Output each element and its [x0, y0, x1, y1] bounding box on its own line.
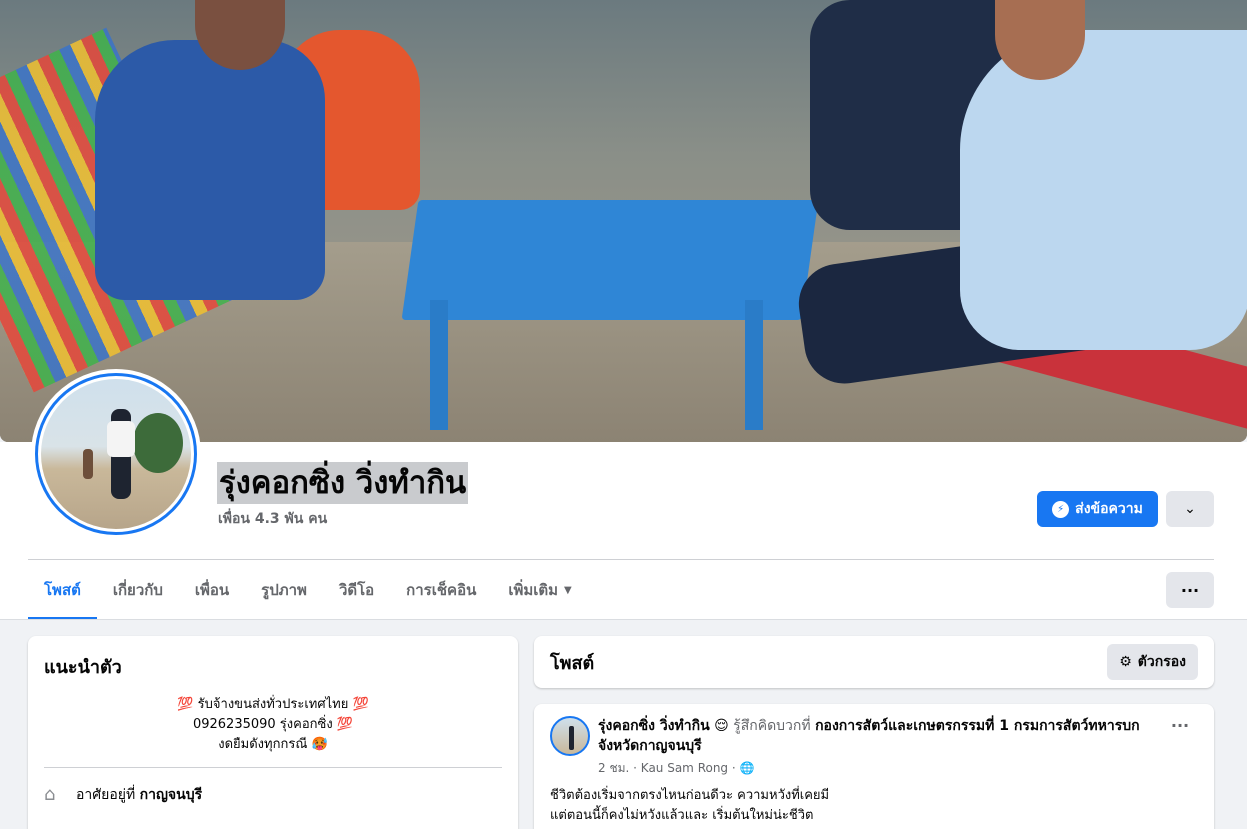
cover-photo[interactable]: [0, 0, 1247, 442]
lives-in-place[interactable]: กาญจนบุรี: [140, 787, 202, 803]
cover-person: [95, 40, 325, 300]
lives-in-prefix: อาศัยอยู่ที่: [76, 787, 136, 803]
tab-friends[interactable]: เพื่อน: [179, 560, 245, 620]
lives-in-row: ⌂ อาศัยอยู่ที่ กาญจนบุรี: [44, 784, 502, 806]
send-message-button[interactable]: ⚡ ส่งข้อความ: [1037, 491, 1158, 527]
post-subline: 2 ชม. · Kau Sam Rong · 🌐: [598, 761, 755, 775]
posts-header-card: โพสต์ ⚙ ตัวกรอง: [534, 636, 1214, 688]
post-location[interactable]: Kau Sam Rong: [641, 761, 728, 775]
post-card: รุ่งคอกซิ่ง วิ่งทำกิน 😌 รู้สึกคิดบวกที่ …: [534, 704, 1214, 829]
post-author-avatar[interactable]: [550, 716, 590, 756]
tab-label: การเช็คอิน: [406, 581, 477, 599]
more-options-button[interactable]: ···: [1166, 572, 1214, 608]
post-text-line: ชีวิตต้องเริ่มจากตรงไหนก่อนดีวะ ความหวัง…: [550, 788, 830, 803]
profile-tabs: โพสต์ เกี่ยวกับ เพื่อน รูปภาพ วิดีโอ การ…: [28, 560, 588, 620]
bio-divider: [44, 767, 502, 768]
cover-table-leg: [745, 300, 763, 430]
avatar-photo: [41, 379, 191, 529]
cover-table-leg: [430, 300, 448, 430]
avatar-shirt: [107, 421, 135, 457]
filter-button[interactable]: ⚙ ตัวกรอง: [1107, 644, 1198, 680]
post-author-name[interactable]: รุ่งคอกซิ่ง วิ่งทำกิน: [598, 718, 710, 734]
bio: 💯 รับจ้างขนส่งทั่วประเทศไทย 💯 0926235090…: [44, 695, 502, 755]
profile-avatar[interactable]: [31, 369, 201, 539]
post-text-line: แต่ตอนนี้ก็คงไม่หวังแล้วและ เริ่มต้นใหม่…: [550, 808, 814, 823]
more-dots-icon: ···: [1180, 580, 1200, 600]
tab-label: รูปภาพ: [261, 581, 307, 599]
chevron-down-icon: ⌄: [1184, 501, 1196, 517]
profile-options-button[interactable]: ⌄: [1166, 491, 1214, 527]
story-ring: [35, 373, 197, 535]
bio-line: งดยืมดังทุกกรณี 🥵: [218, 737, 328, 752]
post-options-button[interactable]: ···: [1162, 716, 1198, 778]
tab-label: เกี่ยวกับ: [112, 581, 163, 599]
send-message-label: ส่งข้อความ: [1075, 501, 1143, 517]
caret-down-icon: ▼: [564, 584, 572, 596]
tab-photos[interactable]: รูปภาพ: [245, 560, 323, 620]
avatar-child: [83, 449, 93, 479]
profile-name: รุ่งคอกซิ่ง วิ่งทำกิน: [217, 462, 469, 504]
cover-person: [960, 30, 1247, 350]
tab-checkins[interactable]: การเช็คอิน: [390, 560, 492, 620]
posts-title: โพสต์: [550, 652, 595, 674]
tab-label: เพื่อน: [194, 581, 230, 599]
filter-icon: ⚙: [1119, 654, 1132, 670]
friends-count[interactable]: เพื่อน 4.3 พัน คน: [218, 508, 327, 530]
messenger-icon: ⚡: [1052, 500, 1070, 518]
intro-title: แนะนำตัว: [44, 657, 122, 678]
post-header: รุ่งคอกซิ่ง วิ่งทำกิน 😌 รู้สึกคิดบวกที่ …: [550, 716, 1198, 778]
bio-line: 💯 รับจ้างขนส่งทั่วประเทศไทย 💯: [177, 697, 369, 712]
intro-card: แนะนำตัว 💯 รับจ้างขนส่งทั่วประเทศไทย 💯 0…: [28, 636, 518, 829]
home-icon: ⌂: [44, 784, 56, 805]
globe-icon: 🌐: [739, 761, 755, 775]
avatar-tree: [133, 413, 183, 473]
tab-more[interactable]: เพิ่มเติม ▼: [492, 560, 587, 620]
bio-line: 0926235090 รุ่งคอกซิ่ง 💯: [192, 717, 354, 732]
feeling-emoji: 😌: [714, 718, 729, 734]
tab-label: เพิ่มเติม: [508, 581, 559, 599]
feeling-text: รู้สึกคิดบวกที่: [733, 718, 811, 734]
post-text: ชีวิตต้องเริ่มจากตรงไหนก่อนดีวะ ความหวัง…: [550, 786, 1198, 826]
filter-label: ตัวกรอง: [1137, 654, 1186, 670]
tab-about[interactable]: เกี่ยวกับ: [97, 560, 179, 620]
tab-videos[interactable]: วิดีโอ: [323, 560, 390, 620]
tab-label: วิดีโอ: [338, 581, 375, 599]
tab-posts[interactable]: โพสต์: [28, 560, 97, 620]
header-shadow: [0, 619, 1247, 620]
more-dots-icon: ···: [1170, 716, 1190, 735]
tab-label: โพสต์: [44, 581, 81, 599]
post-time[interactable]: 2 ชม.: [598, 761, 629, 775]
post-meta: รุ่งคอกซิ่ง วิ่งทำกิน 😌 รู้สึกคิดบวกที่ …: [598, 716, 1154, 778]
